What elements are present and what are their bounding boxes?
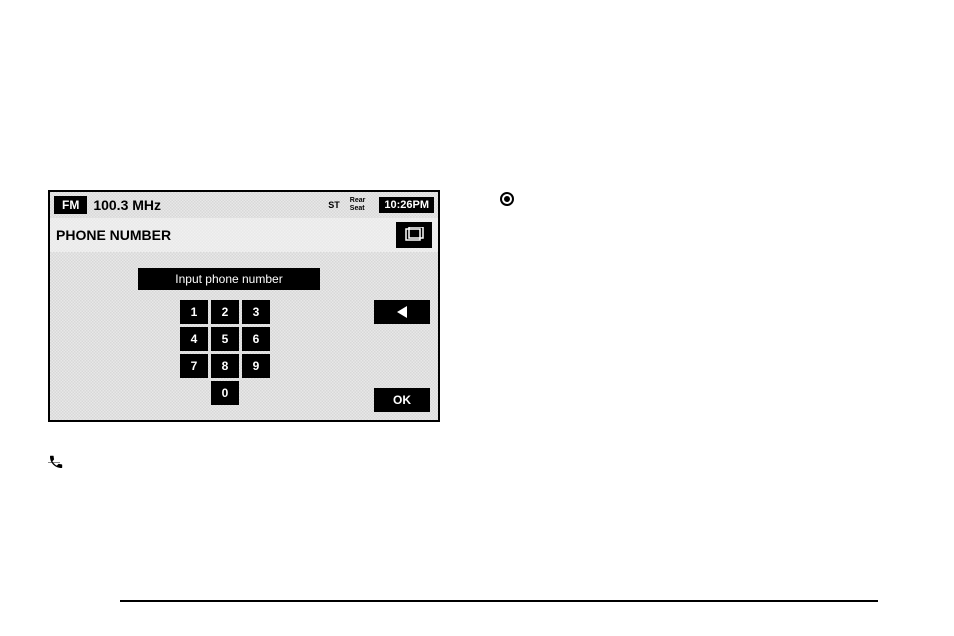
speak-instruction-row: Speak the entire phone number without pa… <box>500 190 900 210</box>
keypad-0[interactable]: 0 <box>211 381 239 405</box>
keypad-3[interactable]: 3 <box>242 300 270 324</box>
right-column: Speak the entire phone number without pa… <box>500 190 900 218</box>
keypad-9[interactable]: 9 <box>242 354 270 378</box>
frequency-readout: 100.3 MHz <box>93 197 161 213</box>
status-bar: FM 100.3 MHz ST Rear Seat 10:26PM <box>50 192 438 218</box>
clock: 10:26PM <box>379 197 434 213</box>
page-number: 241 <box>858 610 878 624</box>
band-badge: FM <box>54 196 87 214</box>
stereo-indicator: ST <box>328 200 340 210</box>
keypad-1[interactable]: 1 <box>180 300 208 324</box>
title-bar: PHONE NUMBER <box>50 218 438 252</box>
phone-number-input-label: Input phone number <box>138 268 320 290</box>
back-icon <box>404 227 424 243</box>
section-heading: To place a call using the touch screen <box>48 155 336 173</box>
rear-seat-indicator: Rear Seat <box>350 197 366 213</box>
rear-seat-line2: Seat <box>350 205 365 212</box>
screen-title: PHONE NUMBER <box>56 227 171 243</box>
call-instruction-text: Press the phone key. The audio system mu… <box>72 448 478 528</box>
infotainment-screen: FM 100.3 MHz ST Rear Seat 10:26PM PHONE … <box>48 190 440 422</box>
speak-instruction-text: Speak the entire phone number without pa… <box>524 190 814 210</box>
back-button[interactable] <box>396 222 432 248</box>
call-instruction: Press the phone key. The audio system mu… <box>48 448 478 528</box>
footer-rule <box>120 600 878 602</box>
bullet-icon <box>500 192 514 206</box>
keypad-2[interactable]: 2 <box>211 300 239 324</box>
keypad-5[interactable]: 5 <box>211 327 239 351</box>
rear-seat-line1: Rear <box>350 197 366 204</box>
screen-body: Input phone number 1 2 3 4 5 6 7 8 9 0 O… <box>50 252 438 420</box>
backspace-icon <box>397 306 407 318</box>
keypad-8[interactable]: 8 <box>211 354 239 378</box>
keypad-4[interactable]: 4 <box>180 327 208 351</box>
numeric-keypad: 1 2 3 4 5 6 7 8 9 0 <box>180 300 270 405</box>
backspace-button[interactable] <box>374 300 430 324</box>
keypad-6[interactable]: 6 <box>242 327 270 351</box>
keypad-7[interactable]: 7 <box>180 354 208 378</box>
ok-button[interactable]: OK <box>374 388 430 412</box>
phone-icon <box>48 454 64 470</box>
manual-page: To place a call using the touch screen F… <box>0 0 954 636</box>
